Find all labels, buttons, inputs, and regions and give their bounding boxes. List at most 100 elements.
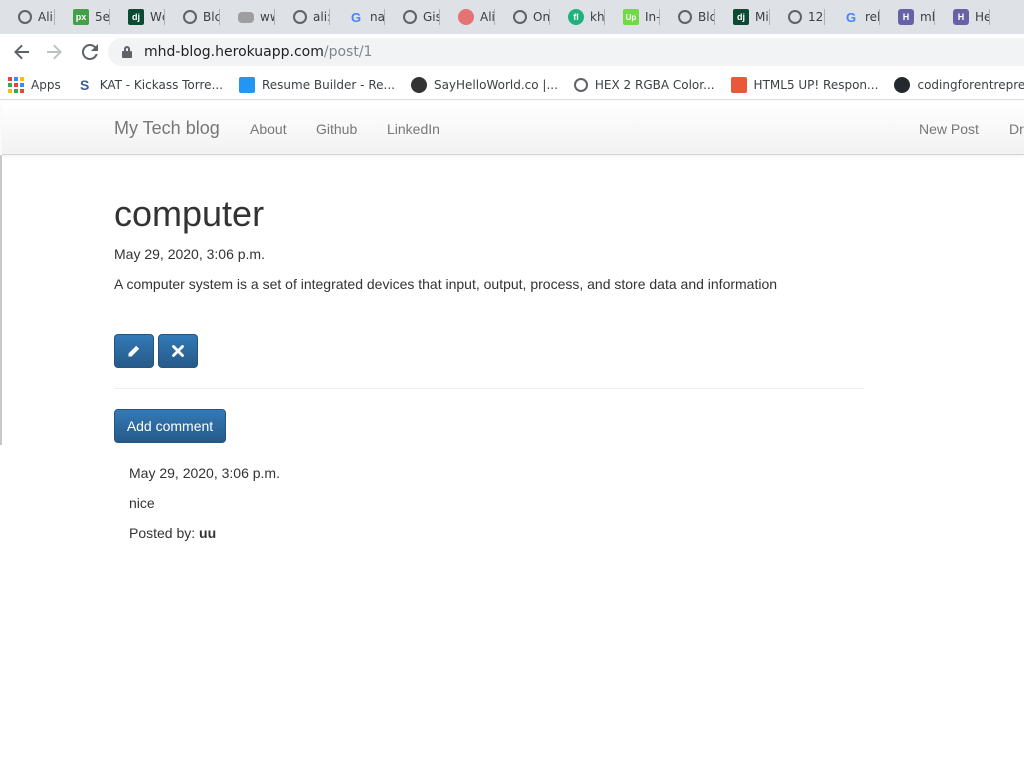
browser-tab-label: kha [590, 10, 605, 24]
posted-by-label: Posted by: [129, 525, 196, 541]
youtube-icon [238, 11, 254, 23]
browser-tab[interactable]: flkha [550, 0, 605, 34]
post-title: computer [114, 193, 265, 234]
bookmark-item[interactable]: codingforentrepren... [886, 73, 1024, 97]
px-icon: px [73, 9, 89, 25]
address-bar[interactable]: mhd-blog.herokuapp.com/post/1 [108, 38, 1024, 66]
bookmark-item[interactable]: HTML5 UP! Respon... [723, 73, 887, 97]
browser-tab[interactable]: 12 [770, 0, 825, 34]
bookmark-label: SayHelloWorld.co |... [433, 77, 558, 92]
mascot-icon [458, 9, 474, 25]
post-divider [114, 388, 864, 389]
apps-grid-icon [8, 76, 24, 93]
nav-link-linkedin[interactable]: LinkedIn [387, 121, 440, 137]
browser-tab[interactable]: dj Mi [715, 0, 770, 34]
browser-tab[interactable]: Gnai [330, 0, 385, 34]
browser-tab-label: On [533, 10, 550, 24]
globe-icon [573, 77, 588, 92]
comment-author: uu [199, 525, 217, 541]
globe-icon [788, 10, 802, 24]
browser-tab-label: Blc [698, 10, 715, 24]
bookmark-label: Apps [31, 77, 61, 92]
browser-tab[interactable]: Gis [385, 0, 440, 34]
sayhello-icon [410, 76, 427, 93]
lock-icon [122, 46, 132, 58]
browser-tab-label: 12 [808, 10, 824, 24]
bookmark-item[interactable]: SayHelloWorld.co |... [403, 73, 566, 97]
post-body: A computer system is a set of integrated… [114, 276, 778, 292]
browser-tab-label: Mi [755, 10, 769, 24]
add-comment-button[interactable]: Add comment [114, 409, 226, 443]
heroku-icon: H [898, 9, 914, 25]
browser-tab-label: Blc [203, 10, 220, 24]
browser-tab[interactable]: Blc [165, 0, 220, 34]
comment-text: nice [129, 495, 155, 511]
browser-tab[interactable]: ali: [275, 0, 330, 34]
nav-link-new-post[interactable]: New Post [919, 121, 979, 137]
browser-tab[interactable]: Grel [825, 0, 880, 34]
browser-tab-label: In- [645, 10, 660, 24]
bookmark-label: Resume Builder - Re... [262, 77, 395, 92]
bookmark-item[interactable]: S KAT - Kickass Torre... [69, 73, 231, 97]
comment-date: May 29, 2020, 3:06 p.m. [129, 465, 280, 481]
browser-tab-label: mh [920, 10, 935, 24]
url-host: mhd-blog.herokuapp.com [144, 44, 324, 60]
browser-tab-label: Ali [38, 10, 53, 24]
heroku-icon: H [953, 9, 969, 25]
reload-icon [82, 44, 98, 60]
bookmark-item[interactable]: Apps [0, 73, 69, 97]
upwork-icon: Up [623, 9, 639, 25]
github-icon [894, 76, 911, 93]
window-edge [0, 155, 2, 445]
browser-tab-label: Ali [480, 10, 495, 24]
browser-tab-label: ww [260, 10, 275, 24]
browser-tab[interactable]: Ali [0, 0, 55, 34]
bookmark-item[interactable]: HEX 2 RGBA Color... [566, 73, 723, 97]
browser-tab-label: nai [370, 10, 385, 24]
browser-tab[interactable]: Hmh [880, 0, 935, 34]
html5up-icon [730, 76, 747, 93]
comment-author-line: Posted by: uu [129, 525, 216, 541]
nav-link-about[interactable]: About [250, 121, 287, 137]
globe-icon [513, 10, 527, 24]
url-path: /post/1 [323, 44, 373, 60]
browser-tab[interactable]: Ali [440, 0, 495, 34]
bookmark-label: KAT - Kickass Torre... [99, 77, 223, 92]
browser-tab-label: Gis [423, 10, 440, 24]
bookmarks-bar: Apps S KAT - Kickass Torre... Resume Builde… [0, 70, 1024, 100]
site-brand[interactable]: My Tech blog [114, 118, 220, 139]
browser-tab[interactable]: ww [220, 0, 275, 34]
bookmark-label: codingforentrepren... [917, 77, 1024, 92]
browser-tab[interactable]: Up In- [605, 0, 660, 34]
kat-icon: S [80, 76, 90, 93]
django-icon: dj [128, 9, 144, 25]
google-icon: G [845, 9, 857, 25]
pencil-icon [128, 345, 140, 357]
nav-link-github[interactable]: Github [316, 121, 357, 137]
browser-toolbar: mhd-blog.herokuapp.com/post/1 [0, 34, 1024, 70]
browser-tab-label: Wc [150, 10, 165, 24]
django-icon: dj [733, 9, 749, 25]
browser-tab-label: He [975, 10, 990, 24]
browser-tab-label: rel [865, 10, 880, 24]
browser-tab[interactable]: H He [935, 0, 990, 34]
globe-icon [403, 10, 417, 24]
site-navbar: My Tech blog About Github LinkedIn New P… [2, 102, 1024, 155]
browser-tab-label: ali: [313, 10, 330, 24]
forward-button[interactable] [40, 38, 68, 66]
browser-tab[interactable]: px 5ec [55, 0, 110, 34]
post-date: May 29, 2020, 3:06 p.m. [114, 246, 265, 262]
back-button[interactable] [8, 38, 36, 66]
globe-icon [678, 10, 692, 24]
globe-icon [293, 10, 307, 24]
reload-button[interactable] [76, 38, 104, 66]
nav-link-drafts[interactable]: Dr [1009, 121, 1024, 137]
browser-tab[interactable]: dj Wc [110, 0, 165, 34]
fl-icon: fl [568, 9, 584, 25]
bookmark-item[interactable]: Resume Builder - Re... [231, 73, 403, 97]
browser-tab[interactable]: Blc [660, 0, 715, 34]
edit-post-button[interactable] [114, 334, 154, 368]
browser-tab[interactable]: On [495, 0, 550, 34]
delete-post-button[interactable] [158, 334, 198, 368]
resume-icon [239, 76, 255, 93]
